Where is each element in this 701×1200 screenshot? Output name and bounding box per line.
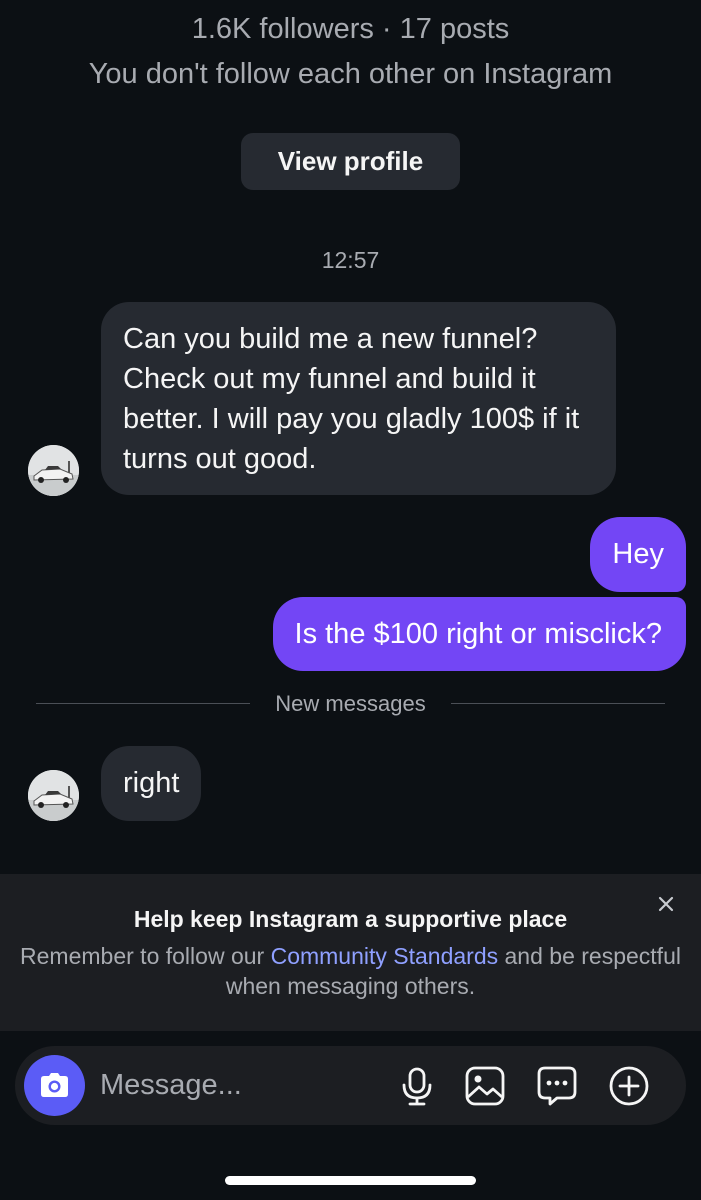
message-timestamp: 12:57 <box>321 247 380 273</box>
community-notice: Help keep Instagram a supportive place R… <box>0 874 701 1031</box>
close-notice-button[interactable] <box>654 892 678 916</box>
new-messages-label: New messages <box>275 691 426 716</box>
outgoing-message[interactable]: Hey <box>590 517 686 592</box>
microphone-icon <box>402 1067 432 1106</box>
sender-avatar[interactable] <box>28 770 79 821</box>
message-input[interactable] <box>100 1062 380 1108</box>
community-standards-link[interactable]: Community Standards <box>271 943 499 969</box>
image-icon <box>465 1066 505 1106</box>
message-composer <box>15 1046 686 1125</box>
view-profile-button[interactable]: View profile <box>241 133 460 190</box>
close-icon <box>658 896 674 912</box>
avatar-photo-icon <box>28 445 79 496</box>
followers-count-line: 1.6K followers · 17 posts <box>191 13 510 45</box>
incoming-message[interactable]: Can you build me a new funnel? Check out… <box>101 302 616 495</box>
camera-button[interactable] <box>24 1055 85 1116</box>
camera-icon <box>41 1073 68 1097</box>
sticker-icon <box>537 1066 577 1106</box>
new-messages-divider-left <box>36 703 250 704</box>
home-indicator[interactable] <box>225 1176 476 1185</box>
outgoing-message[interactable]: Is the $100 right or misclick? <box>272 597 686 671</box>
notice-body-text: Remember to follow our <box>20 943 271 969</box>
new-messages-divider-right <box>451 703 665 704</box>
sender-avatar[interactable] <box>28 445 79 496</box>
gallery-button[interactable] <box>463 1064 507 1108</box>
avatar-photo-icon <box>28 770 79 821</box>
sticker-button[interactable] <box>535 1064 579 1108</box>
notice-title: Help keep Instagram a supportive place <box>133 906 568 932</box>
notice-body: Remember to follow our Community Standar… <box>0 941 701 1001</box>
incoming-message[interactable]: right <box>101 746 202 821</box>
dm-thread-screen: 1.6K followers · 17 posts You don't foll… <box>0 0 701 1200</box>
follow-status-text: You don't follow each other on Instagram <box>88 58 613 90</box>
plus-circle-icon <box>609 1066 649 1106</box>
more-options-button[interactable] <box>607 1064 651 1108</box>
voice-message-button[interactable] <box>395 1064 439 1108</box>
